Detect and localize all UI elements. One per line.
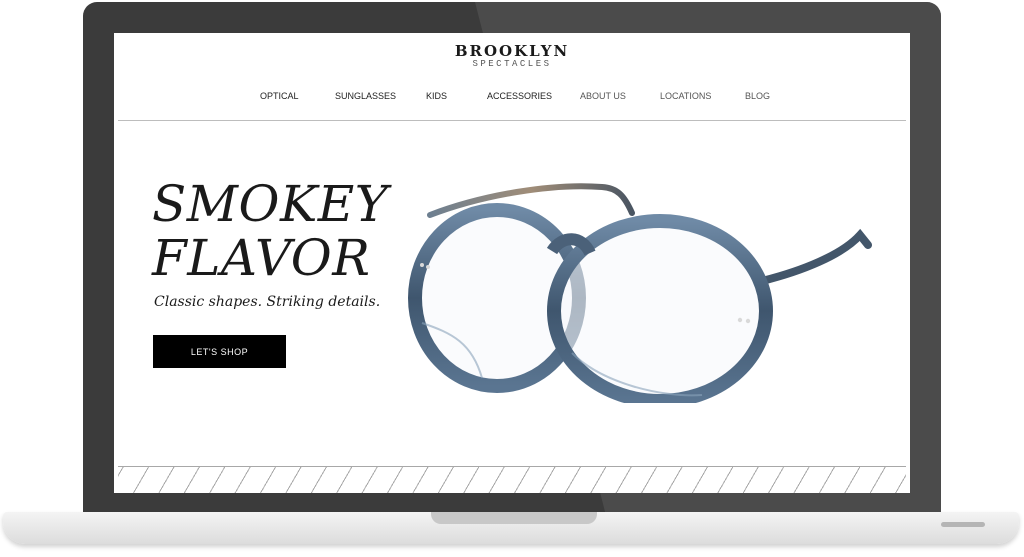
nav-item-blog[interactable]: BLOG — [745, 91, 770, 101]
brand-logo[interactable]: BROOKLYN — [114, 42, 910, 60]
nav-item-sunglasses[interactable]: SUNGLASSES — [335, 91, 396, 101]
decorative-pattern-band — [118, 466, 906, 493]
hero-title-line-1: SMOKEY — [152, 175, 389, 233]
laptop-base — [3, 512, 1019, 544]
laptop-lid: BROOKLYN SPECTACLES OPTICAL SUNGLASSES K… — [83, 2, 941, 518]
website-screen: BROOKLYN SPECTACLES OPTICAL SUNGLASSES K… — [114, 33, 910, 493]
nav-item-about-us[interactable]: ABOUT US — [580, 91, 626, 101]
nav-divider — [118, 120, 906, 121]
laptop-mockup: BROOKLYN SPECTACLES OPTICAL SUNGLASSES K… — [0, 0, 1024, 557]
nav-item-kids[interactable]: KIDS — [426, 91, 447, 101]
hero-title-line-2: FLAVOR — [152, 229, 371, 287]
nav-item-optical[interactable]: OPTICAL — [260, 91, 299, 101]
brand-subtitle: SPECTACLES — [472, 59, 552, 69]
laptop-base-notch — [431, 512, 597, 524]
eyeglasses-image — [408, 183, 872, 403]
hero-tagline: Classic shapes. Striking details. — [154, 294, 381, 310]
hero-title: SMOKEY FLAVOR — [152, 177, 388, 285]
nav-item-accessories[interactable]: ACCESSORIES — [487, 91, 552, 101]
lets-shop-button[interactable]: LET'S SHOP — [153, 335, 286, 368]
nav-item-locations[interactable]: LOCATIONS — [660, 91, 711, 101]
laptop-base-foot — [941, 522, 985, 527]
main-nav: OPTICAL SUNGLASSES KIDS ACCESSORIES ABOU… — [114, 91, 910, 105]
